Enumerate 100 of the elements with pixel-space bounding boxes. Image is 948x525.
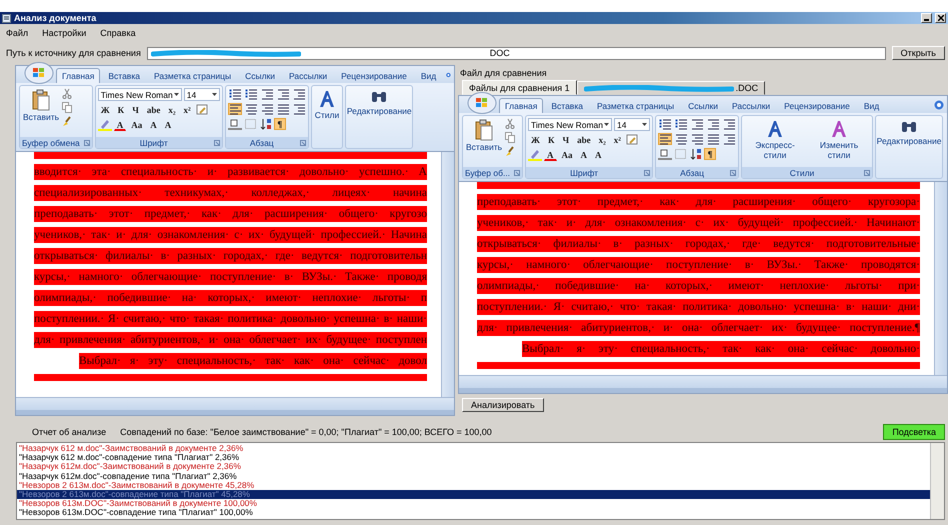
launcher-icon[interactable]	[644, 170, 650, 176]
bullet-list-button[interactable]	[658, 118, 672, 130]
highlighter-icon[interactable]	[528, 149, 542, 161]
font-name-field[interactable]: Times New Roman	[98, 88, 182, 101]
menu-item[interactable]: Настройки	[42, 28, 86, 39]
font-name-field[interactable]: Times New Roman	[528, 118, 612, 131]
format-key[interactable]: x₂	[165, 104, 179, 116]
launcher-icon[interactable]	[300, 140, 306, 146]
styles-button[interactable]: Экспресс-стили	[744, 118, 806, 161]
format-key[interactable]: К	[114, 104, 128, 116]
result-item[interactable]: "Назарчук 612 м.doc"-Заимствований в документе 2,36%	[17, 444, 930, 454]
vertical-scrollbar[interactable]	[934, 182, 947, 375]
result-item[interactable]: "Невзоров 2 613м.doc"-Заимствований в документе 45,28%	[17, 480, 930, 490]
launcher-icon[interactable]	[84, 140, 90, 146]
ribbon-tab[interactable]: Разметка страницы	[148, 68, 238, 83]
result-item[interactable]: "Назарчук 612м.doc"-совпадение типа "Плагиат" 2,36%	[17, 472, 930, 481]
decrease-indent-button[interactable]	[276, 88, 290, 100]
font-case-key[interactable]: Aa	[128, 119, 146, 131]
format-key[interactable]: x²	[610, 134, 624, 146]
align-left-button[interactable]	[658, 133, 672, 145]
justify-button[interactable]	[706, 133, 720, 145]
format-key[interactable]: abe	[144, 104, 164, 116]
launcher-icon[interactable]	[864, 170, 870, 176]
launcher-icon[interactable]	[214, 140, 220, 146]
ribbon-tab[interactable]: Рассылки	[283, 68, 334, 83]
ribbon-tab[interactable]: Ссылки	[239, 68, 282, 83]
ribbon-tab[interactable]: Вид	[414, 68, 442, 83]
vertical-scrollbar[interactable]	[930, 443, 944, 519]
font-case-key[interactable]: A	[147, 119, 160, 131]
file-tab[interactable]: .DOC	[576, 81, 766, 95]
file-tab[interactable]: Файлы для сравнения 1	[462, 80, 577, 95]
horizontal-scrollbar[interactable]	[16, 397, 454, 410]
align-right-button[interactable]	[690, 133, 704, 145]
ribbon-tab[interactable]: Вид	[858, 98, 886, 113]
brush-icon[interactable]	[505, 146, 516, 157]
numbered-list-button[interactable]	[674, 118, 688, 130]
font-case-key[interactable]: Aa	[558, 149, 576, 161]
menu-item[interactable]: Файл	[6, 28, 28, 39]
ribbon-tab[interactable]: Рецензирование	[335, 68, 413, 83]
ribbon-tab[interactable]: Вставка	[545, 98, 589, 113]
minimize-button[interactable]	[921, 13, 932, 23]
sort-icon[interactable]	[690, 148, 702, 160]
help-icon[interactable]	[934, 100, 944, 110]
format-key[interactable]: Ч	[129, 104, 142, 116]
styles-button[interactable]: Изменить стили	[808, 118, 870, 161]
scissors-icon[interactable]	[62, 88, 72, 99]
ribbon-tab[interactable]: Ссылки	[682, 98, 724, 113]
launcher-icon[interactable]	[730, 170, 736, 176]
result-item[interactable]: "Невзоров 2 613м.doc"-совпадение типа "Плагиат" 45,28%	[17, 490, 930, 500]
numbered-list-button[interactable]	[244, 88, 258, 100]
brush-icon[interactable]	[62, 116, 72, 127]
menu-item[interactable]: Справка	[100, 28, 136, 39]
format-key[interactable]: abe	[574, 134, 594, 146]
align-left-button[interactable]	[228, 103, 242, 115]
align-right-button[interactable]	[260, 103, 274, 115]
ribbon-tab[interactable]: Вставка	[102, 68, 146, 83]
format-key[interactable]: x₂	[596, 134, 609, 146]
highlighter-icon[interactable]	[98, 119, 112, 131]
font-color-key[interactable]: A	[114, 119, 126, 131]
ribbon-tab[interactable]: Разметка страницы	[590, 98, 680, 113]
paint-bucket-icon[interactable]	[658, 148, 672, 160]
result-item[interactable]: "Невзоров 613м.DOC"-Заимствований в документе 100,00%	[17, 499, 930, 508]
align-center-button[interactable]	[244, 103, 258, 115]
scissors-icon[interactable]	[505, 118, 516, 129]
increase-indent-button[interactable]	[292, 88, 306, 100]
font-case-key[interactable]: A	[592, 149, 605, 161]
result-item[interactable]: "Назарчук 612 м.doc"-совпадение типа "Плагиат" 2,36%	[17, 453, 930, 462]
format-key[interactable]: x²	[180, 104, 194, 116]
ribbon-tab[interactable]: Рецензирование	[778, 98, 856, 113]
ribbon-tab[interactable]: Рассылки	[726, 98, 776, 113]
format-key[interactable]: Ч	[559, 134, 572, 146]
font-size-field[interactable]: 14	[184, 88, 220, 101]
path-field[interactable]: DOC	[146, 46, 886, 60]
justify-button[interactable]	[276, 103, 290, 115]
paste-button[interactable]: Вставить	[22, 88, 60, 123]
open-button[interactable]: Открыть	[892, 46, 945, 60]
paint-bucket-icon[interactable]	[228, 118, 242, 130]
launcher-icon[interactable]	[514, 170, 520, 176]
font-case-key[interactable]: A	[162, 119, 174, 131]
result-item[interactable]: "Невзоров 613м.DOC"-совпадение типа "Плагиат" 100,00%	[17, 508, 930, 518]
show-marks-key[interactable]: ¶	[274, 118, 286, 130]
ribbon-tab[interactable]: Главная	[499, 98, 544, 113]
highlight-button[interactable]: Подсветка	[883, 424, 945, 440]
ribbon-tab[interactable]: Главная	[56, 68, 100, 83]
format-key[interactable]: Ж	[528, 134, 543, 146]
bullet-list-button[interactable]	[228, 88, 242, 100]
paste-button[interactable]: Вставить	[465, 118, 504, 153]
vertical-scrollbar[interactable]	[441, 152, 454, 397]
font-color-key[interactable]: A	[544, 149, 557, 161]
horizontal-scrollbar[interactable]	[459, 375, 947, 388]
decrease-indent-button[interactable]	[706, 118, 720, 130]
result-item[interactable]: "Назарчук 612м.doc"-Заимствований в документе 2,36%	[17, 462, 930, 472]
close-button[interactable]	[935, 13, 946, 23]
copy-icon[interactable]	[505, 132, 516, 143]
help-icon[interactable]	[446, 70, 451, 80]
font-case-key[interactable]: A	[578, 149, 590, 161]
font-size-field[interactable]: 14	[614, 118, 650, 131]
sort-icon[interactable]	[260, 118, 272, 130]
increase-indent-button[interactable]	[722, 118, 736, 130]
clear-format-icon[interactable]	[626, 134, 638, 146]
